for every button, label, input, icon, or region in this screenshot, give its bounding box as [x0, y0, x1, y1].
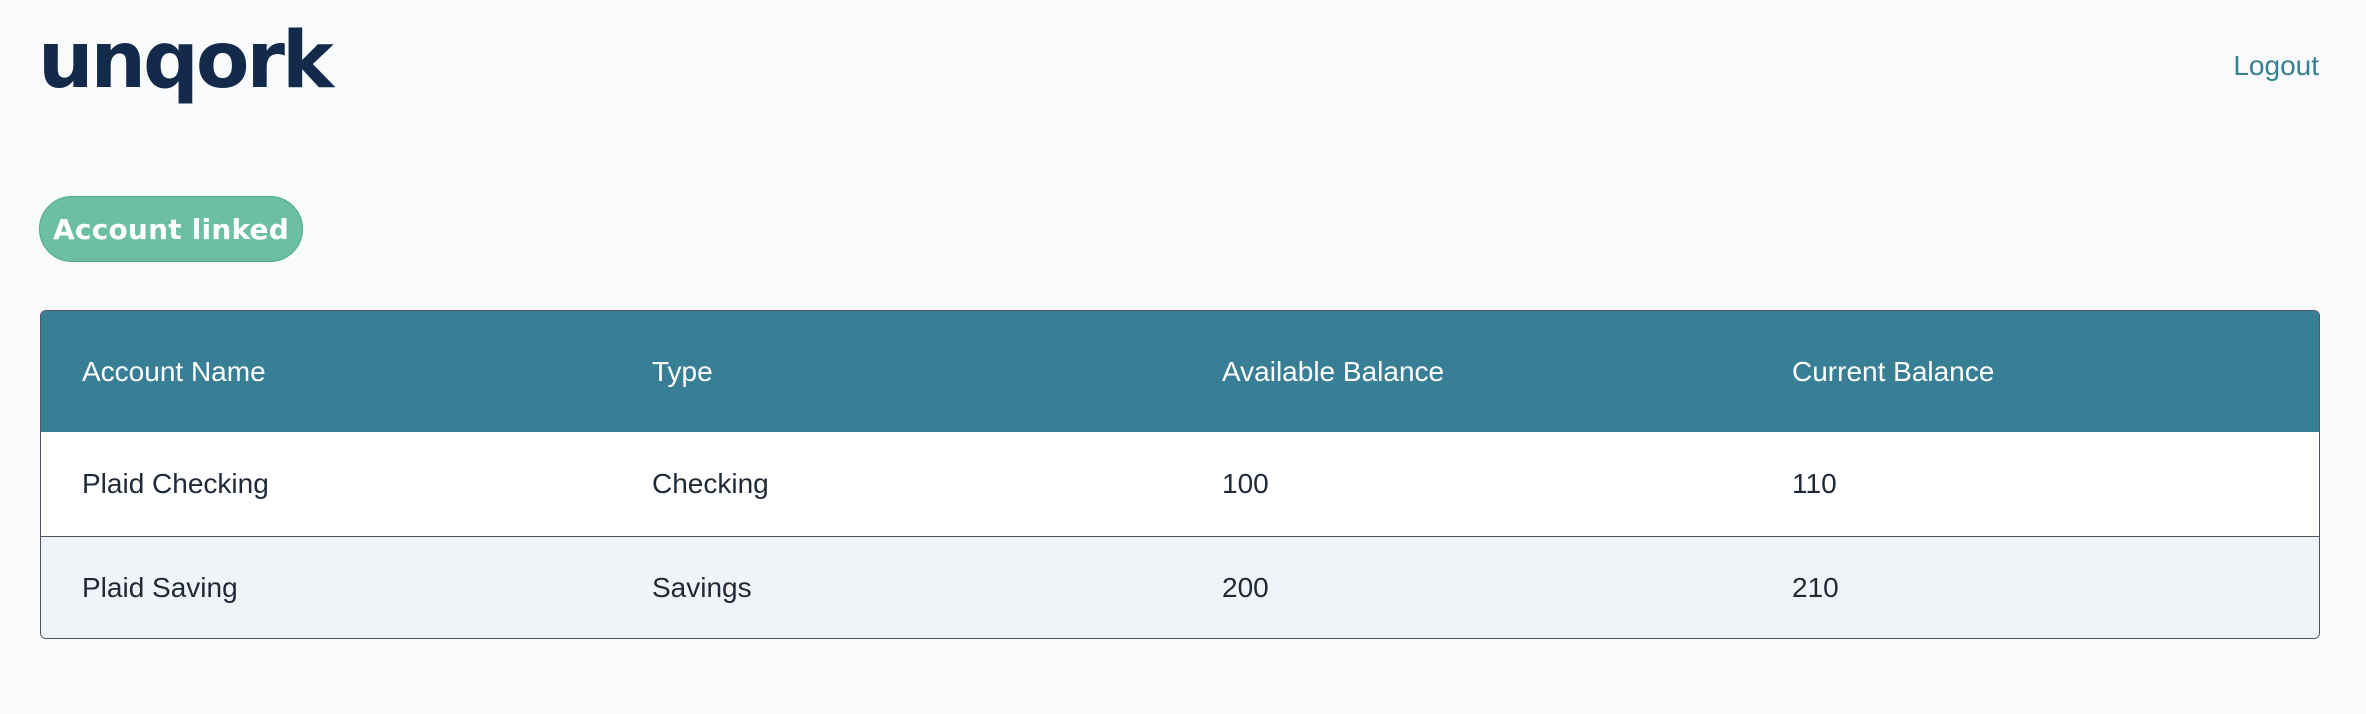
cell-account-name: Plaid Saving: [82, 572, 238, 604]
column-header-type: Type: [652, 355, 713, 387]
unqork-logo: unqork: [38, 16, 334, 106]
column-header-account-name: Account Name: [82, 355, 266, 387]
cell-current-balance: 210: [1792, 572, 1839, 604]
logout-link[interactable]: Logout: [2233, 52, 2319, 80]
cell-available-balance: 100: [1222, 467, 1269, 499]
cell-current-balance: 110: [1792, 467, 1837, 499]
table-row: Plaid Saving Savings 200 210: [41, 536, 2319, 638]
table-header-row: Account Name Type Available Balance Curr…: [41, 311, 2319, 432]
cell-type: Savings: [652, 572, 752, 604]
cell-available-balance: 200: [1222, 572, 1269, 604]
accounts-table: Account Name Type Available Balance Curr…: [40, 310, 2320, 639]
cell-account-name: Plaid Checking: [82, 467, 269, 499]
column-header-current-balance: Current Balance: [1792, 355, 1995, 387]
column-header-available-balance: Available Balance: [1222, 355, 1445, 387]
cell-type: Checking: [652, 467, 769, 499]
status-badge: Account linked: [39, 196, 303, 262]
table-row: Plaid Checking Checking 100 110: [41, 432, 2319, 536]
